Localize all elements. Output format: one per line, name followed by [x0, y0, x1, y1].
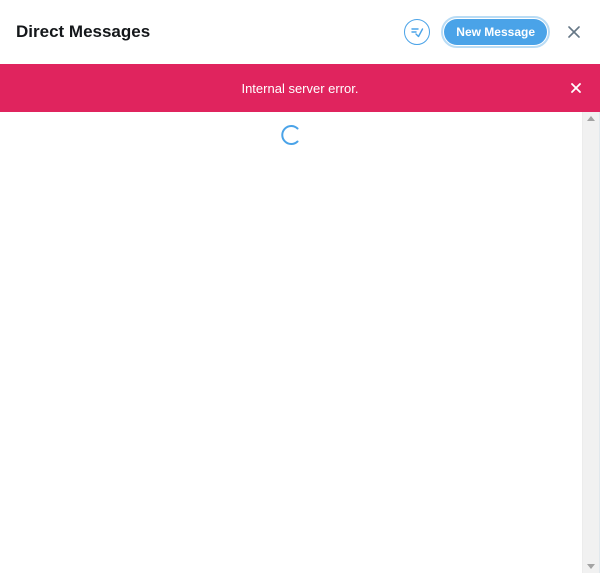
spinner-icon — [281, 125, 299, 145]
vertical-scrollbar[interactable] — [582, 112, 599, 573]
error-message: Internal server error. — [241, 80, 359, 96]
dialog-header: Direct Messages New Message — [0, 0, 600, 64]
new-message-button-focus-ring: New Message — [441, 16, 550, 48]
dismiss-error-button[interactable] — [569, 81, 583, 95]
conversation-list — [0, 112, 583, 573]
close-icon — [568, 26, 580, 38]
close-dialog-button[interactable] — [564, 22, 584, 42]
scroll-up-icon[interactable] — [587, 116, 595, 121]
error-banner: Internal server error. — [0, 64, 600, 112]
new-message-button[interactable]: New Message — [444, 19, 547, 45]
direct-messages-dialog: Direct Messages New Message Internal ser… — [0, 0, 600, 573]
close-icon — [571, 83, 581, 93]
scroll-down-icon[interactable] — [587, 564, 595, 569]
mark-all-read-button[interactable] — [404, 19, 431, 45]
page-title: Direct Messages — [16, 22, 151, 41]
check-circle-icon — [411, 28, 424, 38]
